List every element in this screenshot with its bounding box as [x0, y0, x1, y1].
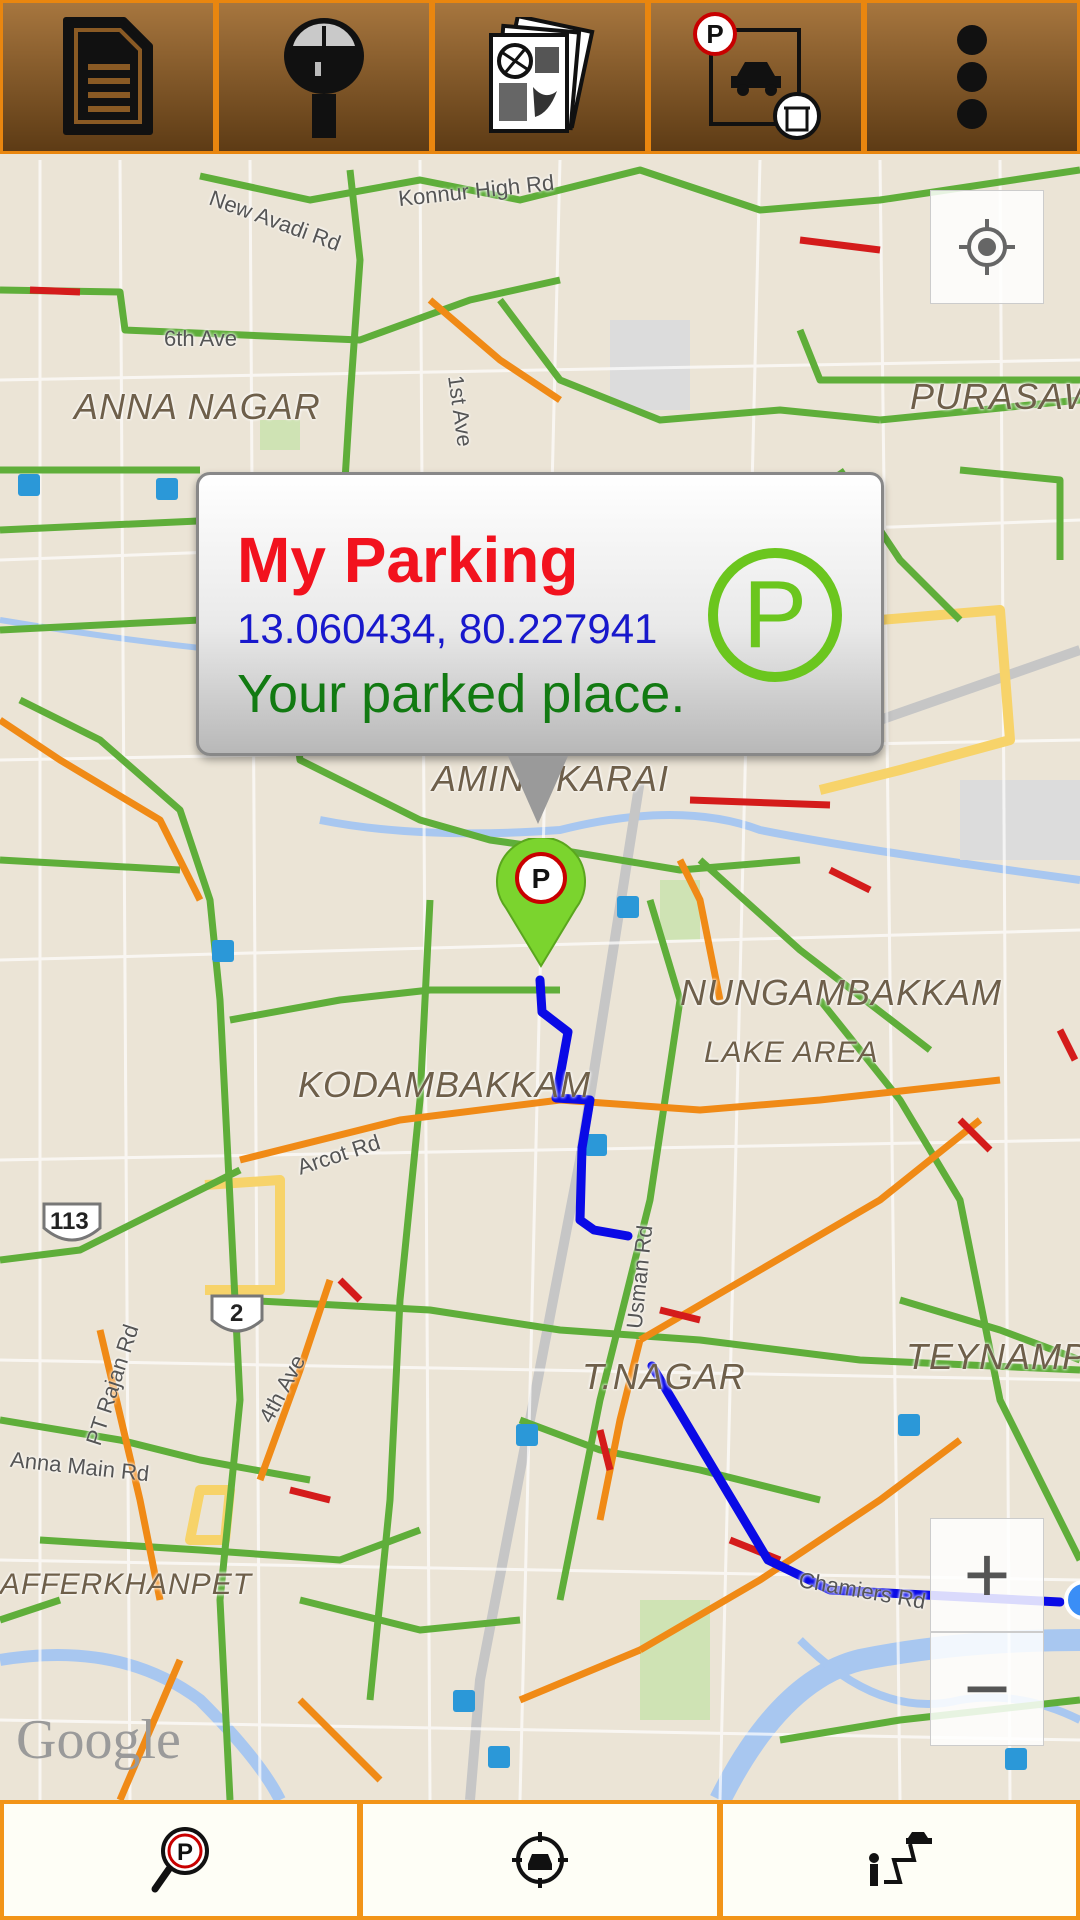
google-attribution: Google [16, 1709, 181, 1771]
locate-car-button[interactable] [363, 1804, 717, 1916]
parking-marker[interactable]: P [494, 836, 588, 968]
zoom-in-label: + [963, 1530, 1011, 1619]
maps-button[interactable] [432, 0, 648, 154]
crosshair-icon [959, 219, 1015, 275]
map-view[interactable]: ANNA NAGAR PURASAWA AMINJIKARAI NUNGAMBA… [0, 154, 1080, 1800]
svg-text:P: P [177, 1839, 193, 1866]
street-label-6th-ave: 6th Ave [164, 326, 237, 351]
find-parking-button[interactable]: P [4, 1804, 358, 1916]
place-label-t-nagar: T.NAGAR [582, 1356, 746, 1397]
notes-button[interactable] [0, 0, 216, 154]
my-location-button[interactable] [930, 190, 1044, 304]
place-label-nungambakkam: NUNGAMBAKKAM [680, 972, 1003, 1013]
place-label-lake-area: LAKE AREA [704, 1036, 879, 1069]
parking-sign-icon: P [708, 548, 842, 682]
overflow-menu-icon [957, 25, 987, 129]
place-label-saidapet: AFFERKHANPET [0, 1568, 253, 1601]
highway-shield-2: 2 [230, 1300, 244, 1327]
overflow-menu-button[interactable] [864, 0, 1080, 154]
zoom-out-label: − [963, 1644, 1011, 1733]
place-label-kodambakkam: KODAMBAKKAM [298, 1064, 592, 1105]
info-title: My Parking [237, 524, 579, 596]
highway-shield-113: 113 [50, 1208, 89, 1235]
parking-info-window[interactable]: My Parking 13.060434, 80.227941 Your par… [196, 472, 884, 756]
locate-car-icon [511, 1832, 568, 1888]
walk-route-icon [869, 1832, 933, 1886]
svg-text:P: P [532, 863, 551, 894]
info-description: Your parked place. [237, 664, 686, 724]
clear-parking-button[interactable]: P [648, 0, 864, 154]
walk-route-button[interactable] [722, 1804, 1076, 1916]
document-icon [63, 17, 153, 135]
zoom-in-button[interactable]: + [930, 1518, 1044, 1632]
top-toolbar: P [0, 0, 1080, 154]
parking-meter-icon [284, 18, 364, 138]
clear-parking-icon: P [693, 12, 821, 140]
find-parking-icon: P [151, 1827, 209, 1893]
maps-icon [489, 17, 595, 133]
place-label-purasawalkam: PURASAWA [910, 376, 1080, 417]
info-window-pointer [508, 756, 568, 824]
place-label-teynampet: TEYNAMPE [906, 1336, 1080, 1377]
place-label-anna-nagar: ANNA NAGAR [74, 386, 321, 427]
svg-text:P: P [706, 19, 723, 49]
zoom-out-button[interactable]: − [930, 1632, 1044, 1746]
info-coordinates: 13.060434, 80.227941 [237, 605, 658, 652]
parking-meter-button[interactable] [216, 0, 432, 154]
bottom-toolbar: P [0, 1800, 1080, 1920]
parking-pin-icon: P [496, 836, 586, 968]
svg-text:P: P [743, 561, 807, 668]
